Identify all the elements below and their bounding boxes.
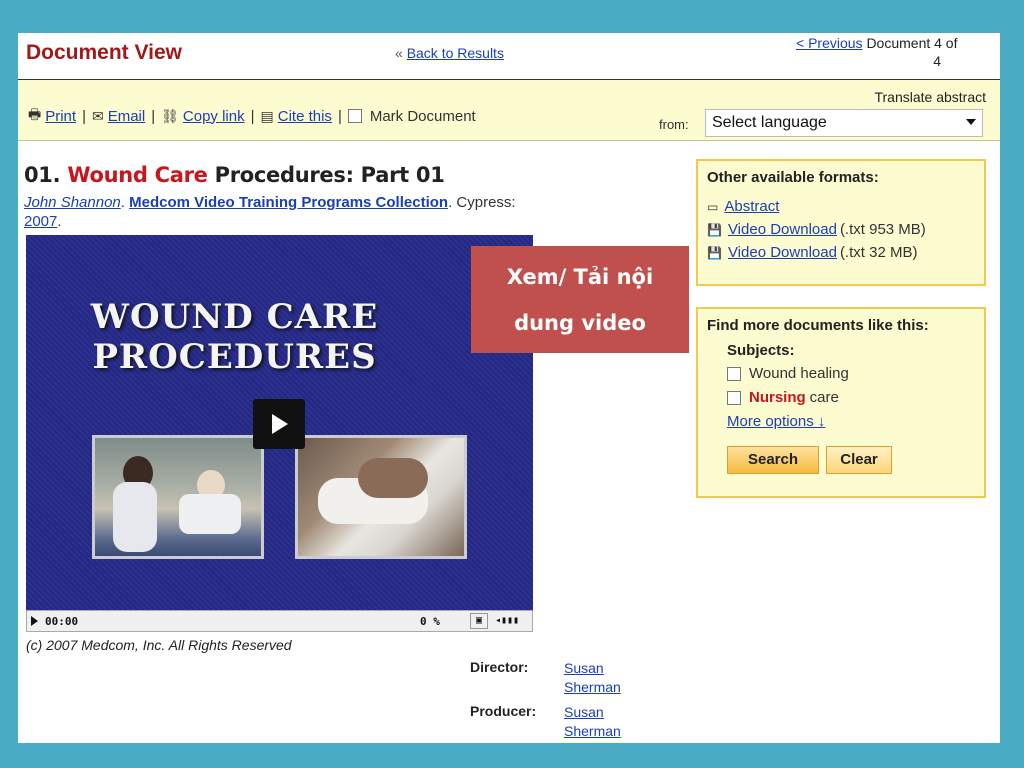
clear-button[interactable]: Clear xyxy=(826,446,892,474)
floppy-disk-icon: 💾 xyxy=(707,222,722,237)
video-thumbnail-wound xyxy=(295,435,467,559)
translate-abstract-label: Translate abstract xyxy=(874,89,986,105)
subject-wound-healing: Wound healing xyxy=(727,365,975,382)
director-link[interactable]: Susan Sherman xyxy=(564,659,644,697)
back-chevron-icon: « xyxy=(395,45,403,61)
formats-heading: Other available formats: xyxy=(707,169,879,186)
subjects-section: Subjects: Wound healing Nursing care Mor… xyxy=(727,342,975,474)
envelope-icon: ✉ xyxy=(91,107,104,124)
record-title: 01. Wound Care Procedures: Part 01 xyxy=(24,163,445,187)
title-highlight: Wound Care xyxy=(67,163,208,187)
cite-tool[interactable]: ▤ Cite this xyxy=(261,108,332,125)
publication-place: Cypress: xyxy=(456,194,516,211)
chain-link-icon: ⛓ xyxy=(161,107,179,124)
collection-link[interactable]: Medcom Video Training Programs Collectio… xyxy=(129,194,448,211)
video-time: 00:00 xyxy=(45,615,79,628)
language-select-value: Select language xyxy=(712,114,827,131)
producer-link[interactable]: Susan Sherman xyxy=(564,703,644,741)
more-options-link[interactable]: More options ↓ xyxy=(727,413,825,430)
from-label: from: xyxy=(659,117,689,132)
email-tool[interactable]: ✉ Email xyxy=(92,108,145,125)
dropdown-arrow-icon xyxy=(966,119,976,125)
credits: Director: Susan Sherman Producer: Susan … xyxy=(470,659,644,743)
search-button[interactable]: Search xyxy=(727,446,819,474)
subject-checkbox-1[interactable] xyxy=(727,366,741,381)
play-small-icon[interactable] xyxy=(31,616,38,626)
document-total: 4 xyxy=(933,53,941,69)
copy-link-tool[interactable]: ⛓ Copy link xyxy=(161,108,244,125)
find-more-box: Find more documents like this: Subjects:… xyxy=(696,307,986,498)
document-navigation: < Previous Document 4 of 4 xyxy=(796,34,996,70)
language-select[interactable]: Select language xyxy=(705,109,983,137)
byline: John Shannon. Medcom Video Training Prog… xyxy=(24,194,516,230)
video-progress-percent: 0 % xyxy=(420,615,440,628)
abstract-icon: ▭ xyxy=(707,199,719,214)
play-button[interactable] xyxy=(253,399,305,449)
toolbar: 🖶 Print | ✉ Email | ⛓ Copy link | ▤ Cite… xyxy=(18,79,1000,141)
document-tools: 🖶 Print | ✉ Email | ⛓ Copy link | ▤ Cite… xyxy=(28,104,476,128)
back-to-results: « Back to Results xyxy=(395,45,504,61)
floppy-disk-icon: 💾 xyxy=(707,245,722,260)
fullscreen-icon[interactable]: ▣ xyxy=(470,613,488,629)
volume-icon[interactable]: ◂▮▮▮ xyxy=(495,615,519,626)
author-link[interactable]: John Shannon xyxy=(24,194,121,211)
email-link[interactable]: Email xyxy=(108,108,146,125)
video-controls: 00:00 0 % ▣ ◂▮▮▮ xyxy=(26,610,533,632)
print-tool[interactable]: 🖶 Print xyxy=(28,104,76,128)
subjects-label: Subjects: xyxy=(727,342,795,359)
abstract-link[interactable]: Abstract xyxy=(724,198,779,215)
mark-document-checkbox[interactable] xyxy=(347,109,362,123)
printer-icon: 🖶 xyxy=(28,106,42,122)
format-abstract: ▭ Abstract xyxy=(707,198,975,215)
video-download-link-2[interactable]: Video Download xyxy=(728,244,837,261)
subject-checkbox-2[interactable] xyxy=(727,390,741,405)
page-title: Document View xyxy=(26,41,182,64)
other-formats-box: Other available formats: ▭ Abstract 💾 Vi… xyxy=(696,159,986,286)
search-buttons: Search Clear xyxy=(727,446,975,474)
annotation-overlay: Xem/ Tải nội dung video xyxy=(471,246,689,353)
video-thumbnail-nurse xyxy=(92,435,264,559)
cite-link[interactable]: Cite this xyxy=(278,108,332,125)
video-title-card: WOUND CARE PROCEDURES xyxy=(90,297,379,377)
previous-link[interactable]: < Previous xyxy=(796,35,863,51)
video-player[interactable]: WOUND CARE PROCEDURES xyxy=(26,235,533,610)
play-icon xyxy=(272,414,288,434)
director-row: Director: Susan Sherman xyxy=(470,659,644,697)
year-link[interactable]: 2007 xyxy=(24,213,57,230)
format-video-download-2: 💾 Video Download (.txt 32 MB) xyxy=(707,244,918,261)
video-download-link-1[interactable]: Video Download xyxy=(728,221,837,238)
back-to-results-link[interactable]: Back to Results xyxy=(407,45,504,61)
subject-nursing-care: Nursing care xyxy=(727,389,975,406)
print-link[interactable]: Print xyxy=(45,108,76,125)
producer-row: Producer: Susan Sherman xyxy=(470,703,644,741)
video-copyright: (c) 2007 Medcom, Inc. All Rights Reserve… xyxy=(26,637,292,653)
document-page: Document View « Back to Results < Previo… xyxy=(18,33,1000,743)
mark-document-label: Mark Document xyxy=(369,107,476,125)
document-count: Document 4 of xyxy=(866,35,958,51)
document-icon: ▤ xyxy=(260,107,274,124)
copy-link-link[interactable]: Copy link xyxy=(183,108,245,125)
format-video-download-1: 💾 Video Download (.txt 953 MB) xyxy=(707,221,926,238)
find-more-heading: Find more documents like this: xyxy=(707,317,929,334)
